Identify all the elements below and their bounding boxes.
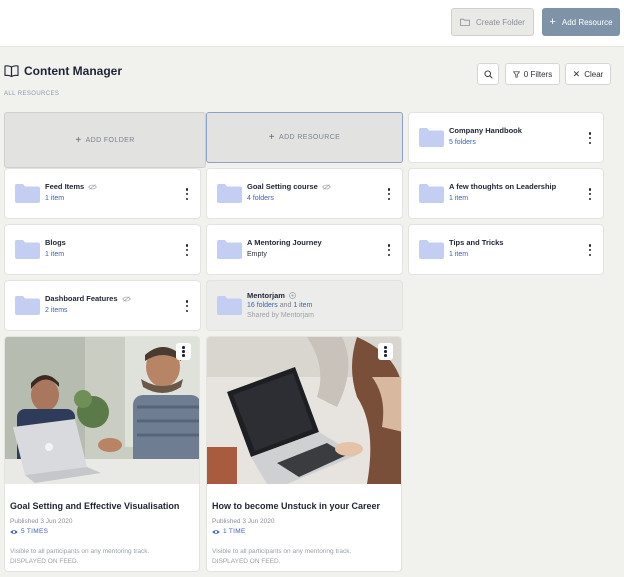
add-resource-label: Add Resource — [561, 17, 613, 27]
kebab-menu-icon[interactable] — [384, 244, 394, 256]
and-text: and — [279, 302, 292, 309]
book-icon — [4, 65, 19, 77]
kebab-menu-icon[interactable] — [182, 244, 192, 256]
folder-icon — [419, 240, 444, 259]
folder-name: Feed Items — [45, 182, 98, 191]
folder-icon — [15, 184, 40, 203]
folder-name: A Mentoring Journey — [247, 238, 322, 247]
plus-icon: + — [75, 134, 82, 146]
folder-count[interactable]: 2 items — [45, 307, 68, 314]
folder-icon — [15, 296, 40, 315]
eye-icon — [212, 529, 220, 534]
hidden-eye-icon — [88, 183, 98, 190]
folder-icon — [217, 296, 242, 315]
folder-count[interactable]: 1 item — [45, 251, 64, 258]
add-resource-card-label: ADD RESOURCE — [279, 134, 341, 141]
add-resource-button[interactable]: + Add Resource — [542, 8, 620, 36]
folder-name: Blogs — [45, 238, 66, 247]
add-folder-card[interactable]: + ADD FOLDER — [4, 112, 206, 168]
folder-name: Tips and Tricks — [449, 238, 504, 247]
kebab-menu-icon[interactable] — [378, 343, 393, 360]
folder-name: A few thoughts on Leadership — [449, 182, 557, 191]
kebab-menu-icon[interactable] — [585, 244, 595, 256]
kebab-menu-icon[interactable] — [176, 343, 191, 360]
breadcrumb[interactable]: ALL RESOURCES — [4, 91, 59, 97]
filters-button[interactable]: 0 Filters — [505, 63, 560, 85]
folder-count: 16 folders and 1 item — [247, 302, 312, 309]
kebab-menu-icon[interactable] — [585, 132, 595, 144]
folder-count[interactable]: 1 item — [449, 251, 468, 258]
folder-card[interactable]: Feed Items 1 item — [4, 168, 201, 219]
page-header: Content Manager — [4, 64, 122, 78]
shared-by-text: Shared by Mentorjam — [247, 312, 314, 319]
resource-thumbnail — [5, 337, 199, 484]
folder-card[interactable]: A Mentoring Journey Empty — [206, 224, 403, 275]
clear-button[interactable]: ✕ Clear — [565, 63, 611, 85]
eye-icon — [10, 529, 18, 534]
page-title: Content Manager — [24, 64, 123, 78]
folder-count: Empty — [247, 251, 267, 258]
view-count: 1 TIME — [212, 528, 246, 535]
folder-card[interactable]: Dashboard Features 2 items — [4, 280, 201, 331]
hidden-eye-icon — [321, 183, 331, 190]
folder-name: Dashboard Features — [45, 294, 131, 303]
published-date: Published 3 Jun 2020 — [212, 518, 275, 525]
folder-name: Goal Setting course — [247, 182, 331, 191]
filters-label: 0 Filters — [523, 69, 553, 79]
folder-card[interactable]: Tips and Tricks 1 item — [408, 224, 604, 275]
folders-link[interactable]: 16 folders — [247, 302, 278, 309]
search-button[interactable] — [477, 63, 499, 85]
create-folder-button[interactable]: Create Folder — [451, 8, 534, 36]
folder-icon — [15, 240, 40, 259]
folder-icon — [217, 184, 242, 203]
resource-thumbnail — [207, 337, 401, 484]
plus-icon: + — [268, 132, 276, 143]
view-count: 5 TIMES — [10, 528, 48, 535]
shared-icon — [289, 292, 296, 299]
folder-card[interactable]: Goal Setting course 4 folders — [206, 168, 403, 219]
folder-count[interactable]: 4 folders — [247, 195, 274, 202]
folder-icon — [419, 184, 444, 203]
folder-card[interactable]: Blogs 1 item — [4, 224, 201, 275]
folder-outline-icon — [460, 18, 470, 26]
hidden-eye-icon — [121, 295, 131, 302]
folder-count[interactable]: 1 item — [45, 195, 64, 202]
folder-name: Company Handbook — [449, 126, 522, 135]
published-date: Published 3 Jun 2020 — [10, 518, 73, 525]
create-folder-label: Create Folder — [476, 17, 525, 27]
clear-label: Clear — [584, 69, 604, 79]
kebab-menu-icon[interactable] — [384, 188, 394, 200]
shared-folder-card[interactable]: Mentorjam 16 folders and 1 item Shared b… — [206, 280, 403, 331]
plus-icon: + — [549, 15, 556, 28]
resource-title[interactable]: Goal Setting and Effective Visualisation — [10, 501, 179, 511]
resource-card[interactable]: How to become Unstuck in your Career Pub… — [206, 336, 402, 572]
visibility-text: Visible to all participants on any mento… — [10, 548, 150, 565]
folder-name: Mentorjam — [247, 291, 296, 300]
top-bar: Create Folder + Add Resource — [0, 0, 624, 47]
resource-card[interactable]: Goal Setting and Effective Visualisation… — [4, 336, 200, 572]
close-icon: ✕ — [572, 68, 581, 79]
visibility-text: Visible to all participants on any mento… — [212, 548, 352, 565]
folder-icon — [419, 128, 444, 147]
folder-count[interactable]: 5 folders — [449, 139, 476, 146]
folder-icon — [217, 240, 242, 259]
folder-card[interactable]: A few thoughts on Leadership 1 item — [408, 168, 604, 219]
kebab-menu-icon[interactable] — [182, 188, 192, 200]
resource-title[interactable]: How to become Unstuck in your Career — [212, 501, 380, 511]
add-resource-card[interactable]: + ADD RESOURCE — [206, 112, 403, 163]
search-icon — [483, 69, 493, 79]
filter-icon — [512, 70, 520, 78]
folder-card[interactable]: Company Handbook 5 folders — [408, 112, 604, 163]
kebab-menu-icon[interactable] — [182, 300, 192, 312]
kebab-menu-icon[interactable] — [585, 188, 595, 200]
folder-count[interactable]: 1 item — [449, 195, 468, 202]
add-folder-label: ADD FOLDER — [85, 136, 135, 144]
items-link[interactable]: 1 item — [293, 302, 312, 309]
